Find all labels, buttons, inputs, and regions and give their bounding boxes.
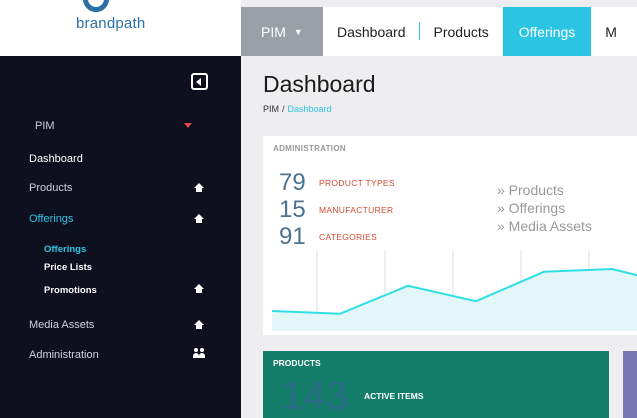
trend-chart: [272, 251, 637, 331]
pim-menu-label: PIM: [261, 23, 286, 40]
stat-categories[interactable]: 91 CATEGORIES: [279, 223, 377, 251]
home-icon: [194, 284, 204, 293]
home-icon: [194, 214, 204, 223]
nav-dashboard[interactable]: Dashboard: [323, 7, 420, 56]
stat-value: 91: [279, 223, 306, 250]
collapse-sidebar-icon[interactable]: [191, 73, 208, 90]
products-count: 143: [281, 374, 348, 418]
sidebar-item-offerings[interactable]: Offerings: [29, 213, 73, 225]
users-icon: [193, 348, 205, 358]
stat-label: CATEGORIES: [319, 232, 378, 242]
breadcrumb-current[interactable]: Dashboard: [288, 104, 332, 114]
brand-area: brandpath: [0, 0, 241, 56]
sidebar-item-dashboard[interactable]: Dashboard: [29, 153, 83, 165]
sidebar-section-pim[interactable]: PIM: [35, 120, 55, 132]
stat-manufacturer[interactable]: 15 MANUFACTURER: [279, 196, 393, 224]
nav-offerings[interactable]: Offerings: [502, 7, 592, 56]
nav-products[interactable]: Products: [420, 7, 503, 56]
sidebar: PIM Dashboard Products Offerings Offerin…: [0, 56, 241, 418]
nav-more[interactable]: M: [591, 7, 631, 56]
products-panel: PRODUCTS 143 ACTIVE ITEMS: [263, 351, 609, 418]
sidebar-subitem-promotions[interactable]: Promotions: [44, 285, 97, 296]
panel-title: PRODUCTS: [273, 358, 321, 368]
home-icon: [194, 183, 204, 192]
sidebar-subitem-price-lists[interactable]: Price Lists: [44, 262, 92, 273]
stat-value: 79: [279, 169, 306, 196]
sidebar-subitem-offerings[interactable]: Offerings: [44, 244, 86, 255]
chevron-down-icon: ▼: [293, 26, 303, 37]
link-offerings[interactable]: » Offerings: [497, 200, 565, 216]
panel-title: ADMINISTRATION: [273, 144, 346, 153]
brandpath-logo-icon: [83, 0, 109, 12]
stat-value: 15: [279, 196, 306, 223]
caret-down-icon[interactable]: [184, 123, 192, 128]
home-icon: [194, 320, 204, 329]
breadcrumb-separator: /: [282, 104, 285, 114]
administration-panel: ADMINISTRATION 79 PRODUCT TYPES 15 MANUF…: [263, 136, 637, 335]
breadcrumb-root[interactable]: PIM: [263, 104, 279, 114]
stat-label: MANUFACTURER: [319, 205, 394, 215]
breadcrumb: PIM / Dashboard: [263, 104, 332, 114]
chart-area: [272, 269, 637, 331]
products-count-label: ACTIVE ITEMS: [364, 391, 424, 401]
page-title: Dashboard: [263, 71, 376, 97]
sidebar-item-products[interactable]: Products: [29, 182, 72, 194]
sidebar-item-media-assets[interactable]: Media Assets: [29, 319, 94, 331]
brand-name: brandpath: [76, 15, 146, 32]
pim-menu-button[interactable]: PIM ▼: [241, 7, 323, 56]
stat-product-types[interactable]: 79 PRODUCT TYPES: [279, 169, 395, 197]
sidebar-item-administration[interactable]: Administration: [29, 349, 99, 361]
link-media-assets[interactable]: » Media Assets: [497, 218, 592, 234]
side-panel: [623, 351, 637, 418]
top-navigation: PIM ▼ Dashboard Products Offerings M: [241, 7, 637, 56]
stat-label: PRODUCT TYPES: [319, 178, 395, 188]
link-products[interactable]: » Products: [497, 182, 564, 198]
